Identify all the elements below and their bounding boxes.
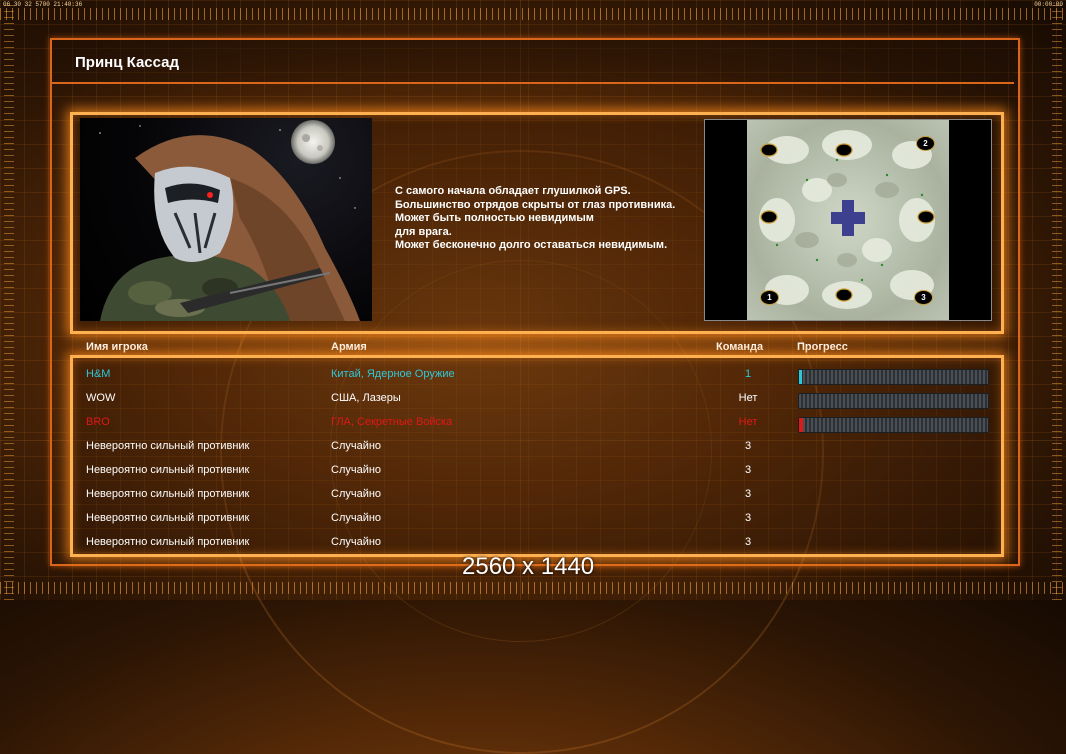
header-team: Команда [716, 341, 764, 353]
header-player-name: Имя игрока [86, 341, 148, 353]
player-name: Невероятно сильный противник [86, 536, 250, 548]
hud-readout-right: 00:00:00 [1034, 1, 1063, 8]
player-army: Случайно [331, 536, 382, 548]
map-preview[interactable]: 2 1 3 [704, 119, 992, 321]
start-marker-2[interactable]: 2 [916, 136, 935, 151]
start-marker-3[interactable]: 3 [914, 290, 933, 305]
player-row[interactable]: Невероятно сильный противник Случайно 3 [0, 435, 1066, 455]
progress-bar [798, 369, 989, 385]
description-line: С самого начала обладает глушилкой GPS. [395, 185, 631, 197]
portrait-image [99, 120, 360, 321]
start-marker-1[interactable]: 1 [760, 290, 779, 305]
player-army: Случайно [331, 464, 382, 476]
header-army: Армия [331, 341, 367, 353]
player-team: 3 [744, 440, 752, 452]
player-army: США, Лазеры [331, 392, 401, 404]
player-army: ГЛА, Секретные Войска [331, 416, 453, 428]
player-row[interactable]: Невероятно сильный противник Случайно 3 [0, 459, 1066, 479]
header-progress: Прогресс [797, 341, 848, 353]
player-team: 1 [744, 368, 752, 380]
center-lake [831, 200, 865, 236]
player-row[interactable]: WOW США, Лазеры Нет [0, 387, 1066, 409]
player-row[interactable]: Невероятно сильный противник Случайно 3 [0, 483, 1066, 503]
player-team: 3 [744, 464, 752, 476]
resolution-label: 2560 x 1440 [462, 553, 595, 580]
progress-bar [798, 417, 989, 433]
player-row[interactable]: Невероятно сильный противник Случайно 3 [0, 531, 1066, 551]
player-name: Невероятно сильный противник [86, 488, 250, 500]
description-line: для врага. [395, 225, 452, 238]
general-portrait [80, 118, 372, 321]
progress-bar-fill [799, 370, 802, 384]
player-row[interactable]: H&M Китай, Ядерное Оружие 1 [0, 363, 1066, 385]
player-name: H&M [86, 368, 111, 380]
player-name: WOW [86, 392, 116, 404]
player-row[interactable]: BRO ГЛА, Секретные Войска Нет [0, 411, 1066, 433]
player-team: Нет [738, 416, 758, 428]
progress-bar-fill [799, 418, 803, 432]
general-description: С самого начала обладает глушилкой GPS. … [395, 185, 695, 253]
player-team: 3 [744, 512, 752, 524]
player-army: Китай, Ядерное Оружие [331, 368, 455, 380]
player-team: Нет [738, 392, 758, 404]
description-line: Может быть полностью невидимым [395, 212, 594, 225]
player-row[interactable]: Невероятно сильный противник Случайно 3 [0, 507, 1066, 527]
progress-bar [798, 393, 989, 409]
player-name: BRO [86, 416, 110, 428]
description-line: Может бесконечно долго оставаться невиди… [395, 239, 668, 252]
player-army: Случайно [331, 512, 382, 524]
player-army: Случайно [331, 440, 382, 452]
player-army: Случайно [331, 488, 382, 500]
hud-readout-left: 06 30 32 5700 21:40:36 [3, 1, 83, 8]
general-name-title: Принц Кассад [75, 54, 180, 71]
player-team: 3 [744, 488, 752, 500]
title-bar [52, 40, 1014, 84]
player-name: Невероятно сильный противник [86, 440, 250, 452]
moon [291, 120, 335, 164]
player-team: 3 [744, 536, 752, 548]
bottom-ruler [0, 582, 1066, 594]
map-terrain: 2 1 3 [747, 120, 949, 320]
description-line: Большинство отрядов скрыты от глаз проти… [395, 198, 676, 211]
player-name: Невероятно сильный противник [86, 512, 250, 524]
player-name: Невероятно сильный противник [86, 464, 250, 476]
top-ruler [0, 8, 1066, 20]
